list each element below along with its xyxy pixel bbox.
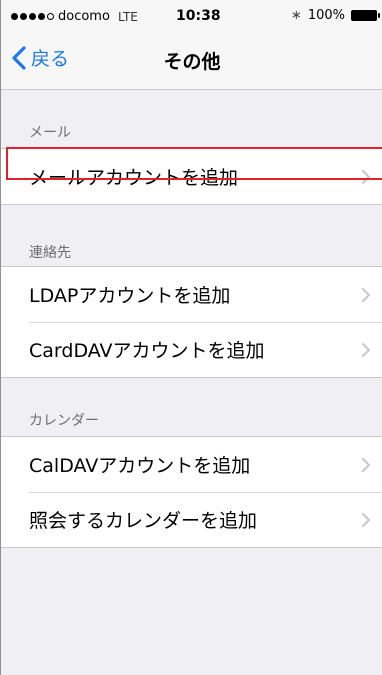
- network-type: LTE: [117, 9, 138, 24]
- chevron-right-icon: [362, 342, 370, 357]
- section-header-contacts: 連絡先: [29, 245, 71, 261]
- page-title: その他: [163, 51, 221, 73]
- cell-label: LDAPアカウントを追加: [29, 285, 231, 307]
- chevron-right-icon: [362, 512, 370, 527]
- chevron-right-icon: [362, 457, 370, 472]
- navigation-bar: 戻る その他: [1, 30, 382, 90]
- group-mail: メールアカウントを追加: [1, 148, 382, 205]
- cell-label: メールアカウントを追加: [29, 167, 239, 189]
- status-bar: docomo LTE 10:38 ∗ 100%: [1, 0, 382, 30]
- carrier-info: docomo LTE: [11, 9, 138, 24]
- cell-add-carddav-account[interactable]: CardDAVアカウントを追加: [1, 322, 382, 377]
- cell-label: CalDAVアカウントを追加: [29, 455, 251, 477]
- bluetooth-icon: ∗: [290, 8, 302, 23]
- group-calendar: CalDAVアカウントを追加 照会するカレンダーを追加: [1, 436, 382, 548]
- chevron-right-icon: [362, 287, 370, 302]
- cell-add-subscribed-calendar[interactable]: 照会するカレンダーを追加: [1, 492, 382, 547]
- cell-add-ldap-account[interactable]: LDAPアカウントを追加: [1, 267, 382, 322]
- status-time: 10:38: [176, 8, 221, 24]
- signal-strength-icon: [11, 13, 54, 20]
- cell-label: 照会するカレンダーを追加: [29, 510, 258, 532]
- cell-add-mail-account[interactable]: メールアカウントを追加: [1, 149, 382, 204]
- section-header-mail: メール: [29, 125, 71, 141]
- chevron-right-icon: [362, 169, 370, 184]
- cell-label: CardDAVアカウントを追加: [29, 340, 265, 362]
- battery-percent: 100%: [307, 8, 345, 23]
- battery-icon: [351, 10, 380, 21]
- status-right: ∗ 100%: [290, 8, 380, 23]
- section-header-calendar: カレンダー: [29, 413, 99, 429]
- group-contacts: LDAPアカウントを追加 CardDAVアカウントを追加: [1, 266, 382, 378]
- cell-add-caldav-account[interactable]: CalDAVアカウントを追加: [1, 437, 382, 492]
- settings-screen: docomo LTE 10:38 ∗ 100% 戻る その他 メール メールアカ…: [0, 0, 382, 675]
- carrier-name: docomo: [58, 9, 110, 24]
